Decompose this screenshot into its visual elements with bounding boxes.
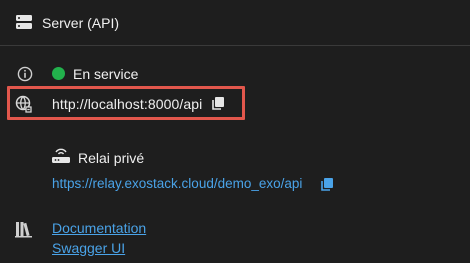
copy-icon[interactable]: [320, 177, 334, 191]
panel-title: Server (API): [42, 15, 120, 31]
globe-network-icon: [15, 95, 32, 113]
relay-api-url[interactable]: https://relay.exostack.cloud/demo_exo/ap…: [52, 176, 302, 192]
router-icon: [52, 148, 70, 163]
status-label: En service: [73, 66, 139, 82]
info-icon: [17, 66, 33, 82]
swagger-ui-link[interactable]: Swagger UI: [52, 240, 125, 256]
panel-header: Server (API): [0, 0, 470, 46]
library-icon: [15, 222, 32, 238]
documentation-link[interactable]: Documentation: [52, 220, 146, 236]
copy-icon[interactable]: [211, 96, 225, 110]
status-indicator-dot: [52, 67, 65, 80]
relay-label: Relai privé: [78, 150, 145, 166]
server-icon: [16, 15, 32, 29]
local-api-url[interactable]: http://localhost:8000/api: [52, 96, 202, 112]
